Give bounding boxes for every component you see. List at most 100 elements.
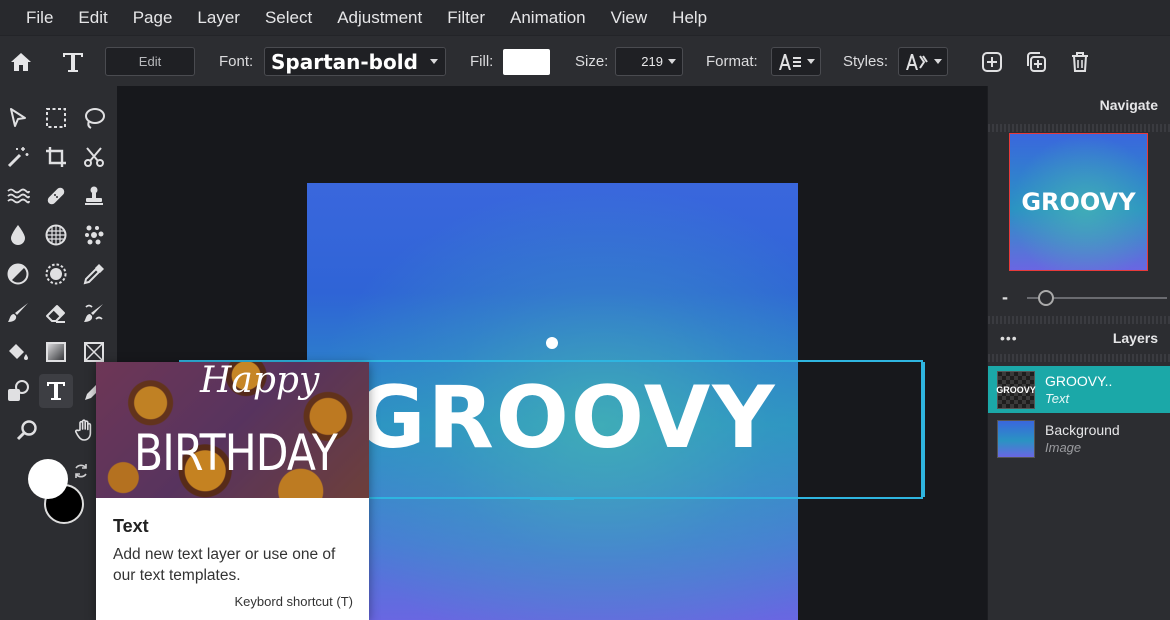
dodge-burn-tool[interactable] [1, 257, 35, 291]
magic-wand-icon [7, 147, 29, 168]
rotate-handle[interactable] [546, 337, 558, 349]
menu-layer[interactable]: Layer [197, 8, 240, 28]
color-picker-tool[interactable] [77, 257, 111, 291]
layer-item-background[interactable]: Background Image [988, 415, 1170, 462]
frame-icon [84, 342, 104, 362]
menu-animation[interactable]: Animation [510, 8, 586, 28]
menu-select[interactable]: Select [265, 8, 312, 28]
text-icon [47, 382, 65, 400]
marquee-tool[interactable] [39, 101, 73, 135]
text-template-preview: Happy BIRTHDAY [96, 362, 369, 498]
lasso-icon [85, 108, 105, 129]
liquify-tool[interactable] [1, 179, 35, 213]
layers-list-divider [988, 354, 1170, 362]
clone-stamp-tool[interactable] [77, 179, 111, 213]
layers-divider [988, 316, 1170, 324]
text-icon [63, 52, 83, 72]
move-tool[interactable] [1, 101, 35, 135]
layers-header: ••• Layers [988, 324, 1170, 352]
layer-item-groovy[interactable]: GROOVY GROOVY.. Text [988, 366, 1170, 413]
text-tool-indicator [60, 36, 86, 87]
text-align-icon [778, 53, 801, 70]
preview-birthday-text: BIRTHDAY [134, 424, 338, 482]
contrast-icon [7, 263, 29, 285]
pixelate-tool[interactable] [77, 218, 111, 252]
chevron-down-icon [933, 59, 942, 64]
scissors-icon [84, 147, 104, 167]
edit-button[interactable]: Edit [105, 47, 195, 76]
font-label: Font: [219, 53, 254, 70]
home-icon [11, 52, 31, 71]
foreground-color-swatch[interactable] [28, 459, 68, 499]
smudge-brush-icon [84, 304, 103, 322]
move-handle[interactable] [530, 497, 574, 500]
font-select[interactable]: Spartan-bold [264, 47, 446, 76]
layer-thumbnail: GROOVY [996, 370, 1036, 409]
zoom-tool[interactable] [10, 413, 44, 447]
styles-label: Styles: [843, 53, 889, 70]
menu-edit[interactable]: Edit [78, 8, 107, 28]
eyedropper-icon [83, 264, 104, 285]
duplicate-icon [1027, 51, 1046, 72]
size-select[interactable]: 219 [615, 47, 683, 76]
chevron-down-icon [668, 59, 676, 64]
chevron-down-icon [806, 59, 815, 64]
delete-layer-button[interactable] [1068, 36, 1092, 87]
duplicate-layer-button[interactable] [1024, 36, 1048, 87]
styles-select[interactable] [898, 47, 948, 76]
zoom-slider[interactable]: - [1002, 287, 1167, 308]
swap-icon [75, 464, 87, 478]
home-button[interactable] [9, 36, 33, 87]
stamp-icon [85, 186, 103, 205]
fill-color-swatch[interactable] [503, 48, 550, 75]
brush-tool[interactable] [1, 296, 35, 330]
fill-tool[interactable] [1, 335, 35, 369]
menu-help[interactable]: Help [672, 8, 707, 28]
swap-colors-button[interactable] [72, 462, 90, 480]
sponge-grid-icon [45, 224, 67, 246]
drop-icon [11, 225, 25, 245]
preview-happy-text: Happy [200, 362, 320, 401]
gradient-tool[interactable] [39, 335, 73, 369]
cut-tool[interactable] [77, 140, 111, 174]
magic-wand-tool[interactable] [1, 140, 35, 174]
tooltip-description: Add new text layer or use one of our tex… [113, 546, 336, 584]
layer-name: GROOVY.. [1045, 373, 1113, 389]
magnifier-icon [16, 420, 37, 441]
menu-file[interactable]: File [26, 8, 53, 28]
add-layer-button[interactable] [980, 36, 1004, 87]
brightness-tool[interactable] [39, 257, 73, 291]
waves-icon [7, 188, 30, 204]
size-label: Size: [575, 53, 609, 70]
lasso-tool[interactable] [77, 101, 111, 135]
text-tool[interactable] [39, 374, 73, 408]
heal-tool[interactable] [39, 179, 73, 213]
crop-tool[interactable] [39, 140, 73, 174]
sponge-tool[interactable] [39, 218, 73, 252]
menu-page[interactable]: Page [133, 8, 173, 28]
zoom-knob[interactable] [1038, 290, 1054, 306]
blur-tool[interactable] [1, 218, 35, 252]
zoom-out-button[interactable]: - [1002, 287, 1008, 308]
layer-kind: Text [1045, 391, 1070, 406]
hand-icon [75, 419, 92, 441]
menu-filter[interactable]: Filter [447, 8, 485, 28]
format-label: Format: [706, 53, 758, 70]
text-style-icon [905, 53, 928, 70]
tooltip-title: Text [113, 516, 149, 536]
layers-menu-button[interactable]: ••• [1000, 330, 1018, 346]
layer-kind: Image [1045, 440, 1082, 455]
drawing-tool[interactable] [1, 374, 35, 408]
gradient-icon [46, 342, 66, 362]
menu-view[interactable]: View [611, 8, 648, 28]
eraser-tool[interactable] [39, 296, 73, 330]
crop-icon [46, 147, 66, 167]
text-tool-tooltip: Happy BIRTHDAY Text Add new text layer o… [96, 362, 369, 620]
arrow-cursor-icon [10, 108, 26, 127]
layers-title: Layers [1112, 330, 1158, 346]
format-select[interactable] [771, 47, 821, 76]
navigator-thumbnail[interactable]: GROOVY [1009, 133, 1148, 271]
brush-icon [8, 303, 28, 322]
smudge-tool[interactable] [77, 296, 111, 330]
menu-adjustment[interactable]: Adjustment [337, 8, 422, 28]
